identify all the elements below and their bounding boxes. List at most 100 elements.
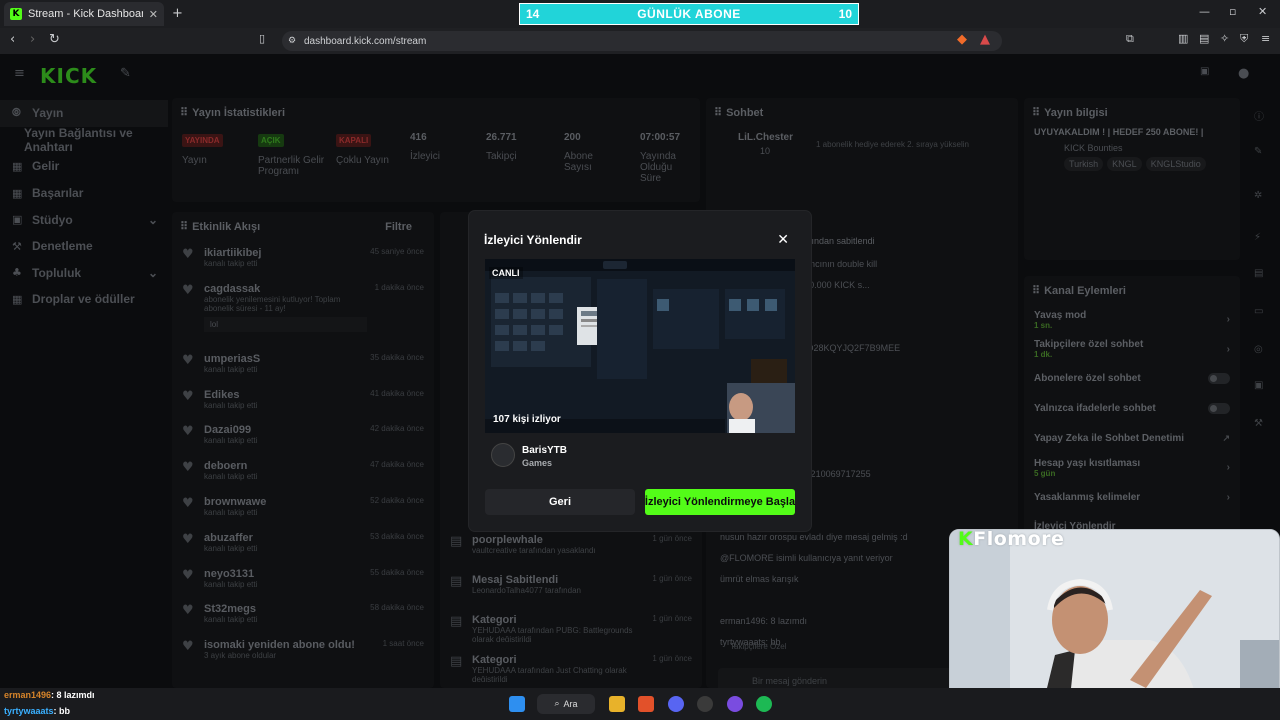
- mod-log-row: ▤ Mesaj Sabitlendi LeonardoTalha4077 taraf…: [440, 568, 702, 608]
- sidebar-item-studio[interactable]: ▣ Stüdyo ⌄: [0, 206, 168, 233]
- target-channel-category: Games: [522, 458, 553, 468]
- sidebar-item-drops[interactable]: ▦ Droplar ve ödüller: [0, 286, 168, 313]
- activity-user[interactable]: umperiasS: [204, 353, 362, 365]
- channel-action-row[interactable]: Abonelere özel sohbet: [1024, 364, 1240, 394]
- logo-k: K: [958, 528, 974, 550]
- drag-handle-icon[interactable]: ⠿: [180, 220, 188, 233]
- lightning-icon[interactable]: ⚡: [1254, 232, 1261, 243]
- reload-icon[interactable]: ↻: [49, 32, 60, 47]
- discord-icon[interactable]: [668, 696, 684, 712]
- monitor-icon[interactable]: ▣: [1254, 380, 1263, 391]
- extensions-icon[interactable]: ⧉: [1126, 32, 1134, 46]
- mod-log-text: LeonardoTalha4077 tarafından: [472, 586, 581, 595]
- activity-feed-panel: ⠿ Etkinlik Akışı Filtre ♥ ikiartiikibej kana…: [172, 212, 434, 688]
- windows-start-icon[interactable]: [509, 696, 525, 712]
- brave-shield-icon[interactable]: ◆: [957, 32, 967, 47]
- edit-icon[interactable]: ✎: [1254, 146, 1262, 157]
- maximize-icon[interactable]: ▫: [1229, 5, 1236, 18]
- minimize-icon[interactable]: —: [1199, 5, 1210, 18]
- activity-user[interactable]: Dazai099: [204, 424, 362, 436]
- bounty-label: KICK Bounties: [1064, 143, 1123, 153]
- activity-user[interactable]: cagdassak: [204, 283, 367, 295]
- info-icon[interactable]: ⓘ: [1254, 108, 1264, 123]
- moderation-icon: ⚒: [12, 239, 22, 253]
- back-button[interactable]: Geri: [485, 489, 635, 515]
- activity-row: ♥ Edikes kanalı takip etti 41 dakika önce: [172, 383, 434, 419]
- bookmark-icon[interactable]: ▯: [259, 32, 265, 45]
- taskbar-search-button[interactable]: ⌕ Ara: [537, 694, 595, 714]
- chat-icon[interactable]: ▭: [1254, 306, 1263, 317]
- new-tab-icon[interactable]: +: [172, 6, 183, 21]
- stat-followers: 26.771 Takipçi: [486, 132, 556, 162]
- browser-tab[interactable]: K Stream - Kick Dashboard ✕: [4, 2, 164, 26]
- tag[interactable]: Turkish: [1064, 157, 1104, 171]
- file-explorer-icon[interactable]: [609, 696, 625, 712]
- leo-ai-icon[interactable]: ✧: [1220, 32, 1229, 45]
- overlay-chat-user: erman1496: [4, 690, 52, 700]
- close-icon[interactable]: ✕: [777, 232, 789, 248]
- forward-icon[interactable]: ›: [30, 32, 35, 47]
- activity-user[interactable]: Edikes: [204, 389, 362, 401]
- brave-rewards-icon[interactable]: ▲: [980, 32, 990, 47]
- site-info-icon[interactable]: ⚙: [288, 36, 296, 46]
- wallet-icon[interactable]: ▤: [1199, 32, 1209, 45]
- close-tab-icon[interactable]: ✕: [149, 8, 158, 21]
- sidebar-item-achievements[interactable]: ▦ Başarılar: [0, 180, 168, 207]
- activity-user[interactable]: neyo3131: [204, 568, 362, 580]
- obs-icon[interactable]: [697, 696, 713, 712]
- channel-action-row[interactable]: Takipçilere özel sohbet 1 dk. ›: [1024, 335, 1240, 365]
- channel-action-row[interactable]: Yalnızca ifadelerle sohbet: [1024, 394, 1240, 424]
- sidebar-item-moderation[interactable]: ⚒ Denetleme: [0, 233, 168, 260]
- settings-icon[interactable]: ✲: [1254, 190, 1262, 201]
- activity-user[interactable]: abuzaffer: [204, 532, 362, 544]
- pin-icon[interactable]: ✎: [120, 66, 131, 81]
- start-raid-button[interactable]: İzleyici Yönlendirmeye Başla: [645, 489, 795, 515]
- drag-handle-icon[interactable]: ⠿: [180, 106, 188, 119]
- toggle-switch[interactable]: [1208, 373, 1230, 385]
- drag-handle-icon[interactable]: ⠿: [714, 106, 722, 119]
- tag[interactable]: KNGL: [1107, 157, 1142, 171]
- activity-user[interactable]: isomaki yeniden abone oldu!: [204, 639, 375, 651]
- channel-action-row[interactable]: Yasaklanmış kelimeler ›: [1024, 483, 1240, 513]
- sidebar-item-community[interactable]: ♣ Topluluk ⌄: [0, 260, 168, 287]
- channel-action-row[interactable]: Yavaş mod 1 sn. ›: [1024, 305, 1240, 335]
- sidebar-item-revenue[interactable]: ▦ Gelir: [0, 153, 168, 180]
- back-icon[interactable]: ‹: [10, 32, 15, 47]
- revenue-icon: ▦: [12, 159, 23, 173]
- activity-text: kanalı takip etti: [204, 579, 258, 589]
- vpn-icon[interactable]: ⛨: [1240, 32, 1248, 46]
- channel-action-row[interactable]: Hesap yaşı kısıtlaması 5 gün ›: [1024, 453, 1240, 483]
- sidebar-toggle-icon[interactable]: ▥: [1178, 32, 1188, 45]
- channel-action-row[interactable]: Yapay Zeka ile Sohbet Denetimi ↗: [1024, 423, 1240, 453]
- broadcast-icon[interactable]: ◎: [1254, 344, 1263, 355]
- app-icon[interactable]: [727, 696, 743, 712]
- tag[interactable]: KNGLStudio: [1145, 157, 1206, 171]
- sidebar-item-stream-key[interactable]: Yayın Bağlantısı ve Anahtarı: [0, 126, 168, 154]
- avatar[interactable]: ●: [1238, 66, 1249, 81]
- activity-user[interactable]: deboern: [204, 460, 362, 472]
- close-window-icon[interactable]: ✕: [1258, 5, 1267, 18]
- notifications-icon[interactable]: ▣: [1200, 66, 1209, 77]
- clipboard-icon[interactable]: ▤: [1254, 268, 1263, 279]
- filter-button[interactable]: Filtre: [385, 221, 412, 233]
- drag-handle-icon[interactable]: ⠿: [1032, 106, 1040, 119]
- tool-icon[interactable]: ⚒: [1254, 418, 1263, 429]
- toggle-switch[interactable]: [1208, 403, 1230, 415]
- chevron-right-icon: ›: [1226, 462, 1230, 474]
- heart-icon: ♥: [182, 352, 194, 368]
- drag-handle-icon[interactable]: ⠿: [1032, 284, 1040, 297]
- brave-browser-icon[interactable]: [638, 696, 654, 712]
- hamburger-menu-icon[interactable]: ≡: [14, 66, 25, 81]
- sidebar-item-stream[interactable]: ⦾ Yayın: [0, 100, 168, 127]
- spotify-icon[interactable]: [756, 696, 772, 712]
- activity-user[interactable]: brownwawe: [204, 496, 362, 508]
- channel-action-label: Takipçilere özel sohbet: [1034, 339, 1144, 351]
- kick-logo[interactable]: KICK: [40, 64, 97, 88]
- overlay-chat-user: tyrtywaaats: [4, 706, 54, 716]
- url-field[interactable]: ⚙ dashboard.kick.com/stream: [282, 31, 1002, 51]
- activity-user[interactable]: ikiartiikibej: [204, 247, 362, 259]
- activity-user[interactable]: St32megs: [204, 603, 362, 615]
- stat-label: Abone Sayısı: [564, 151, 593, 173]
- stat-live: YAYINDA Yayın: [182, 132, 252, 166]
- menu-icon[interactable]: ≡: [1261, 32, 1270, 45]
